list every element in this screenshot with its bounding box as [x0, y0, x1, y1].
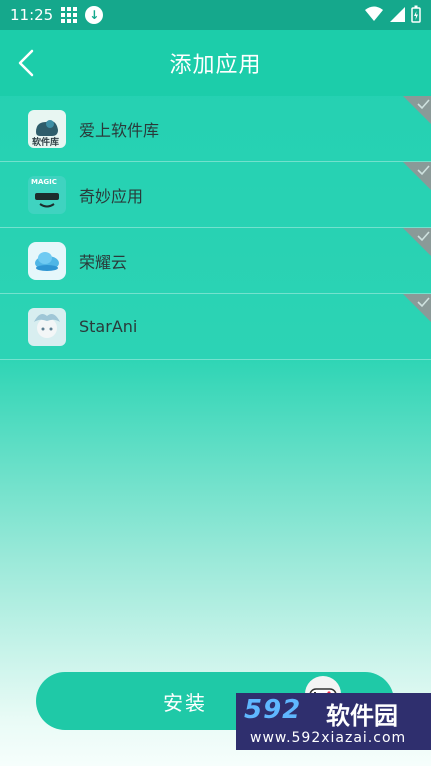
back-arrow-icon[interactable]	[14, 48, 40, 78]
download-icon: ↓	[85, 6, 104, 24]
qimiao-app-icon: MAGIC	[28, 176, 66, 214]
install-label: 安装	[163, 690, 207, 715]
list-item[interactable]: StarAni	[0, 294, 431, 360]
app-name: StarAni	[79, 317, 138, 336]
app-name: 爱上软件库	[79, 120, 160, 140]
aishang-app-icon: 软件库	[28, 110, 66, 148]
watermark-url: www.592xiazai.com	[250, 730, 407, 746]
app-name: 奇妙应用	[79, 186, 144, 206]
wifi-icon	[365, 6, 383, 21]
check-corner-icon[interactable]	[403, 294, 431, 322]
rongyao-cloud-icon	[28, 242, 66, 280]
app-name: 荣耀云	[79, 252, 128, 272]
battery-icon	[411, 5, 421, 23]
grid-icon	[61, 7, 78, 23]
status-bar: 11:25 ↓	[0, 0, 431, 30]
page-title: 添加应用	[169, 53, 262, 78]
check-corner-icon[interactable]	[403, 96, 431, 124]
check-corner-icon[interactable]	[403, 162, 431, 190]
watermark-brand-cn: 软件园	[326, 702, 398, 730]
check-corner-icon[interactable]	[403, 228, 431, 256]
status-right	[365, 5, 421, 23]
list-item[interactable]: MAGIC 奇妙应用	[0, 162, 431, 228]
starani-app-icon	[28, 308, 66, 346]
icon-caption: MAGIC	[31, 178, 57, 186]
app-list: 软件库 爱上软件库 MAGIC 奇妙应用 荣耀云 StarAni	[0, 96, 431, 360]
status-time: 11:25	[10, 6, 54, 24]
watermark-brand: 592	[244, 695, 302, 725]
app-header: 添加应用	[0, 30, 431, 96]
watermark-logo: 592 软件园 www.592xiazai.com	[236, 693, 431, 750]
icon-caption: 软件库	[32, 138, 60, 148]
list-item[interactable]: 软件库 爱上软件库	[0, 96, 431, 162]
signal-icon	[390, 7, 405, 22]
list-item[interactable]: 荣耀云	[0, 228, 431, 294]
